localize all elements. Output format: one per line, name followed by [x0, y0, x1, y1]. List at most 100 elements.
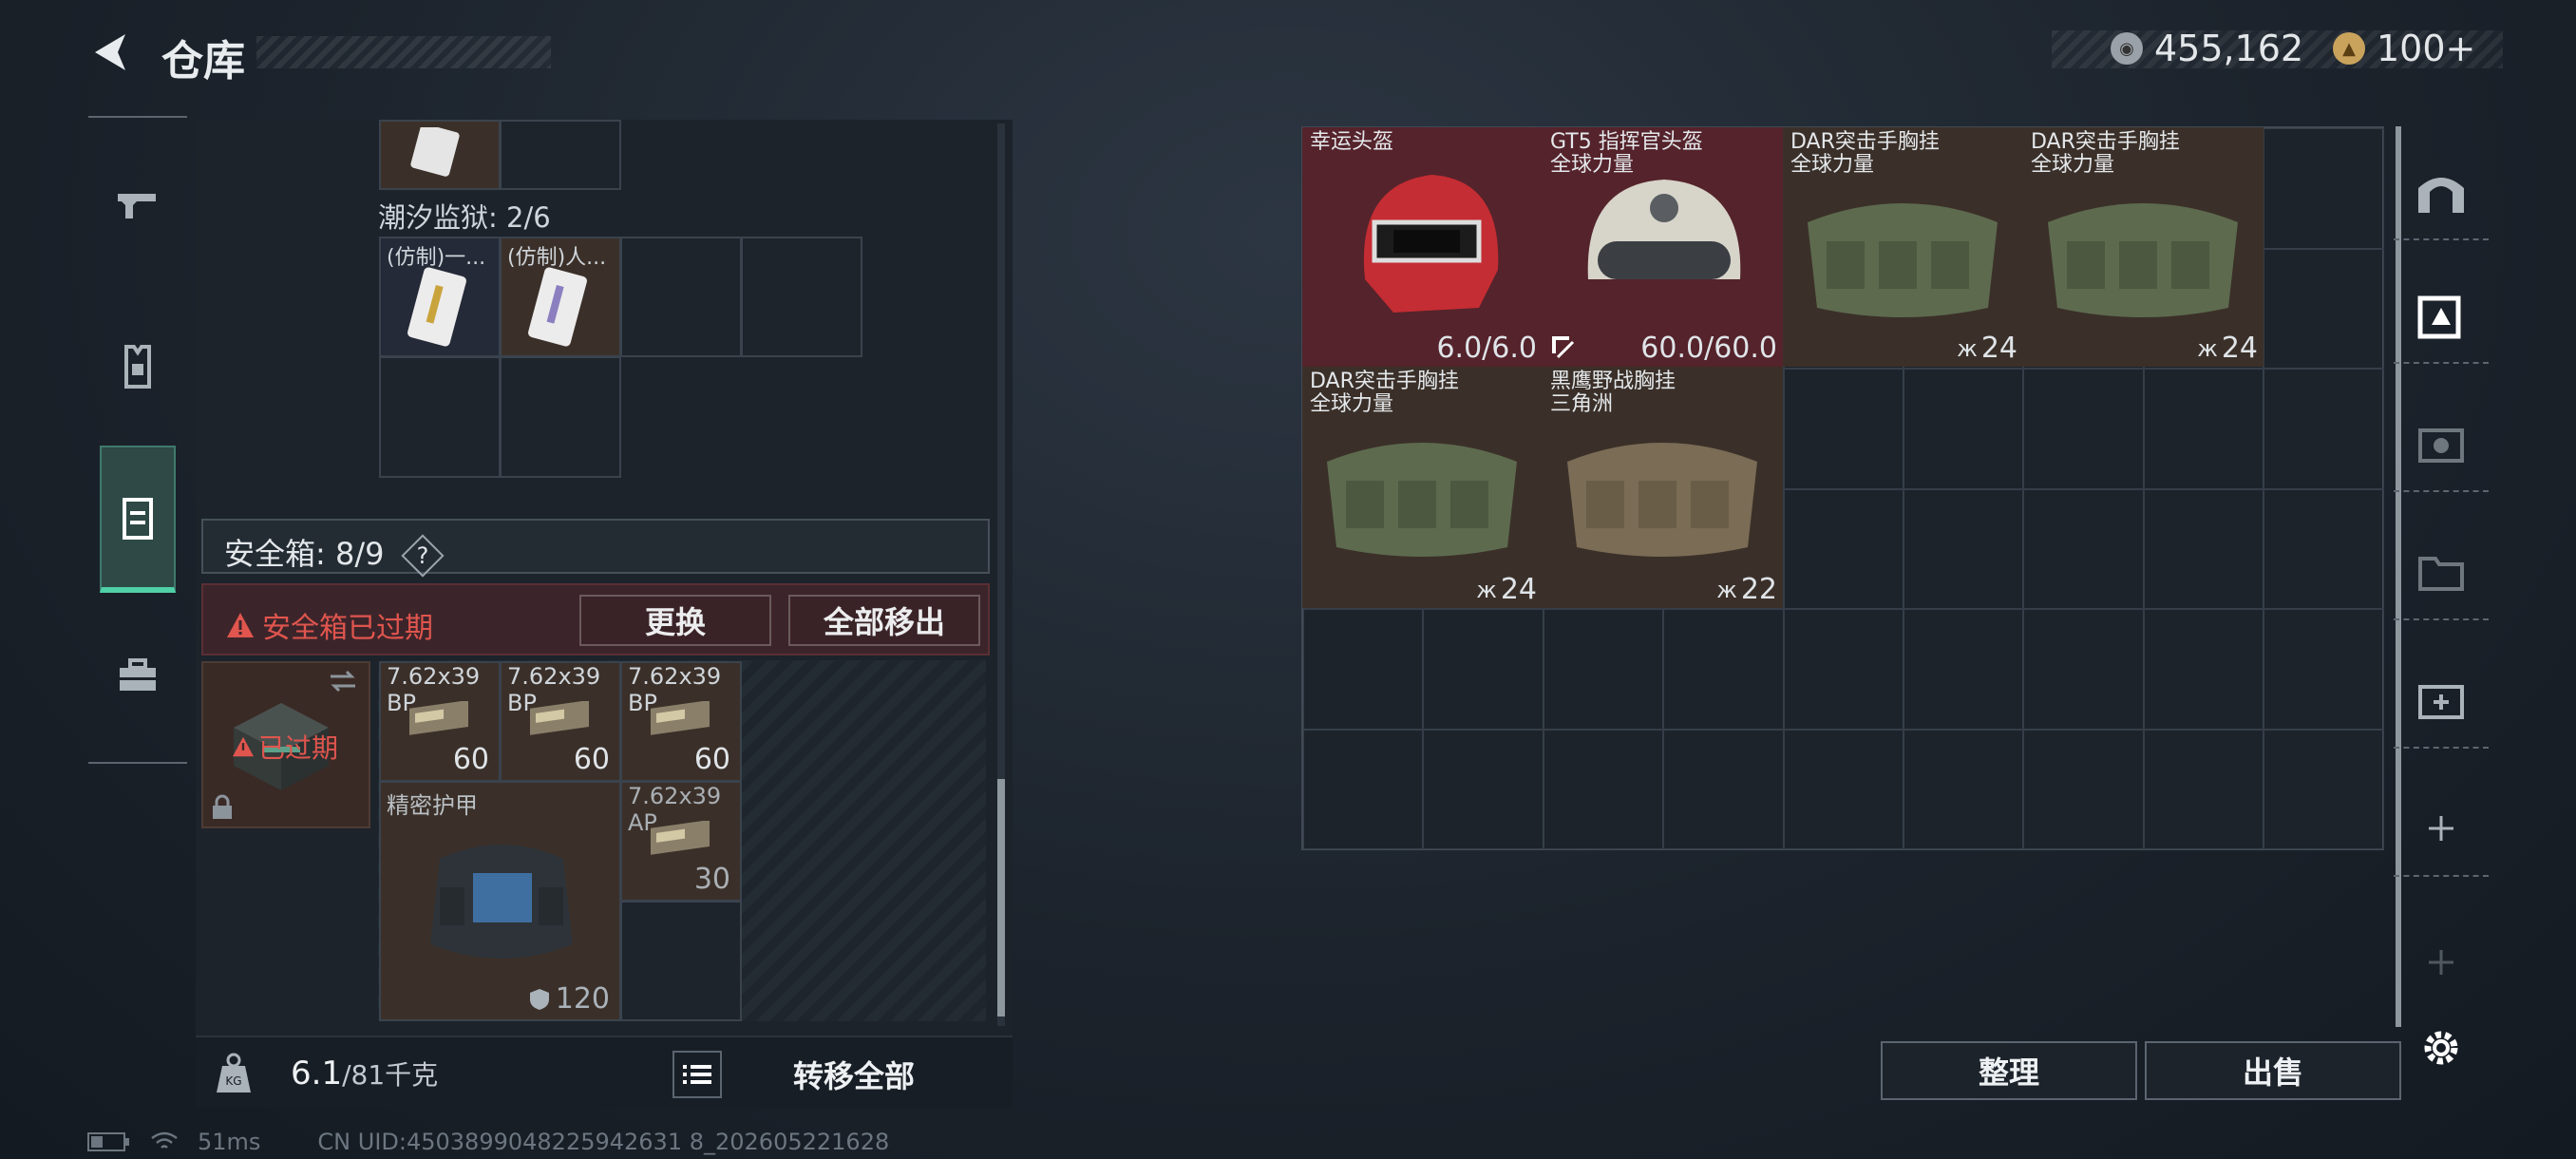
- battery-icon: [87, 1132, 129, 1151]
- keycard-slot-1[interactable]: (仿制)一...: [379, 237, 501, 357]
- transfer-all-button[interactable]: 转移全部: [735, 1051, 973, 1098]
- inventory-slot-item[interactable]: [379, 120, 501, 190]
- storage-item-chest-rig[interactable]: DAR突击手胸挂 全球力量 ж 24: [1302, 367, 1543, 608]
- storage-tab-2[interactable]: [2394, 397, 2489, 492]
- ammo-slot-1[interactable]: 7.62x39 BP 60: [379, 661, 501, 782]
- list-view-button[interactable]: [672, 1051, 722, 1098]
- storage-slot[interactable]: [1663, 609, 1784, 730]
- storage-slot[interactable]: [1783, 729, 1904, 849]
- storage-slot[interactable]: [1543, 609, 1664, 730]
- item-label: DAR突击手胸挂 全球力量: [2031, 130, 2180, 177]
- inventory-slot-empty[interactable]: [500, 356, 621, 478]
- tab-tools[interactable]: [88, 626, 187, 725]
- ammo-slot-3[interactable]: 7.62x39 BP 60: [620, 661, 742, 782]
- storage-item-helmet-lucky[interactable]: 幸运头盔 6.0/6.0: [1302, 127, 1543, 367]
- gold-coin-icon: ▲: [2333, 32, 2365, 65]
- storage-slot[interactable]: [2263, 369, 2384, 489]
- storage-tab-add-iv[interactable]: [2394, 654, 2489, 749]
- inventory-slot-empty[interactable]: [620, 901, 742, 1021]
- currency-secondary[interactable]: ▲ 100+: [2333, 28, 2476, 69]
- back-button[interactable]: [87, 28, 135, 76]
- vest-icon: [124, 345, 151, 389]
- inventory-slot-empty[interactable]: [379, 356, 501, 478]
- remove-all-button[interactable]: 全部移出: [788, 595, 980, 646]
- safebox-header: 安全箱: 8/9 ?: [201, 519, 990, 578]
- storage-slot[interactable]: [2263, 729, 2384, 849]
- plus-icon: [2429, 950, 2453, 975]
- inventory-slot-empty[interactable]: [620, 237, 742, 357]
- keycard-icon: [528, 267, 587, 347]
- armor-slot[interactable]: 精密护甲 120: [379, 781, 621, 1021]
- storage-slot[interactable]: [2143, 369, 2264, 489]
- item-label: 黑鹰野战胸挂 三角洲: [1550, 370, 1676, 416]
- storage-slot[interactable]: [1423, 609, 1544, 730]
- storage-slot[interactable]: [2263, 248, 2384, 369]
- ammo-slot-2[interactable]: 7.62x39 BP 60: [500, 661, 621, 782]
- expired-label: 已过期: [232, 728, 338, 766]
- storage-slot[interactable]: [1303, 609, 1424, 730]
- arch-icon: [2418, 178, 2464, 213]
- storage-item-chest-rig[interactable]: DAR突击手胸挂 全球力量 ж 24: [1783, 127, 2023, 367]
- add-tab-button-disabled: [2394, 915, 2489, 1010]
- storage-tab-3[interactable]: [2394, 525, 2489, 620]
- capacity-icon: ж: [1716, 576, 1737, 603]
- inventory-slot-empty[interactable]: [741, 237, 862, 357]
- storage-slot[interactable]: [1783, 369, 1904, 489]
- storage-slot[interactable]: [1543, 729, 1664, 849]
- inventory-scrollbar[interactable]: [997, 124, 1005, 1026]
- storage-tab-1[interactable]: [2394, 269, 2489, 364]
- tab-weapons[interactable]: [88, 156, 187, 255]
- capacity: ж 24: [2197, 332, 2258, 365]
- keycard-slot-2[interactable]: (仿制)人...: [500, 237, 621, 357]
- storage-slot[interactable]: [1783, 609, 1904, 730]
- safebox-icon: [123, 497, 153, 540]
- storage-slot[interactable]: [2023, 729, 2144, 849]
- storage-item-chest-rig[interactable]: DAR突击手胸挂 全球力量 ж 24: [2023, 127, 2263, 367]
- storage-slot[interactable]: [1783, 488, 1904, 609]
- storage-slot[interactable]: [1904, 729, 2024, 849]
- storage-slot[interactable]: [2143, 729, 2264, 849]
- add-tab-button[interactable]: [2394, 782, 2489, 877]
- settings-button[interactable]: [2394, 1000, 2489, 1095]
- capacity: ж 24: [1957, 332, 2017, 365]
- capacity-icon: ж: [1957, 334, 1978, 362]
- armor-durability: 120: [529, 982, 610, 1016]
- sort-button[interactable]: 整理: [1881, 1041, 2137, 1100]
- gun-icon: [118, 194, 156, 218]
- storage-slot[interactable]: [1904, 609, 2024, 730]
- storage-slot[interactable]: [1904, 369, 2024, 489]
- currency-secondary-value: 100+: [2377, 28, 2476, 69]
- storage-tab-home[interactable]: [2394, 145, 2489, 240]
- storage-slot[interactable]: [2023, 488, 2144, 609]
- storage-slot[interactable]: [2143, 609, 2264, 730]
- storage-slot[interactable]: [1904, 488, 2024, 609]
- ammo-slot-4[interactable]: 7.62x39 AP 30: [620, 781, 742, 902]
- storage-slot[interactable]: [2143, 488, 2264, 609]
- sell-button[interactable]: 出售: [2145, 1041, 2401, 1100]
- ammo-box-icon: [651, 701, 710, 735]
- warning-icon: [227, 613, 254, 637]
- ammo-box-icon: [409, 701, 468, 735]
- chest-rig-icon: [2048, 203, 2238, 317]
- inventory-slot-empty[interactable]: [500, 120, 621, 190]
- help-icon[interactable]: ?: [401, 534, 445, 578]
- gear-icon: [2424, 1031, 2458, 1065]
- storage-slot[interactable]: [2263, 609, 2384, 730]
- capacity-icon: ж: [1476, 576, 1497, 603]
- storage-slot[interactable]: [2263, 128, 2384, 249]
- safebox-card[interactable]: 已过期: [201, 661, 370, 828]
- storage-slot[interactable]: [2023, 369, 2144, 489]
- storage-slot[interactable]: [2263, 488, 2384, 609]
- storage-item-helmet-gt5[interactable]: GT5 指挥官头盔 全球力量 60.0/60.0: [1543, 127, 1783, 367]
- replace-button[interactable]: 更换: [579, 595, 771, 646]
- storage-slot[interactable]: [1423, 729, 1544, 849]
- left-category-tabs: [88, 116, 187, 764]
- storage-slot[interactable]: [1663, 729, 1784, 849]
- tab-containers[interactable]: [100, 446, 176, 593]
- storage-item-chest-rig-blackhawk[interactable]: 黑鹰野战胸挂 三角洲 ж 22: [1543, 367, 1783, 608]
- storage-slot[interactable]: [1303, 729, 1424, 849]
- currency-primary: ◉ 455,162: [2111, 28, 2303, 69]
- storage-slot[interactable]: [2023, 609, 2144, 730]
- tab-armor[interactable]: [88, 317, 187, 416]
- item-label: DAR突击手胸挂 全球力量: [1790, 130, 1940, 177]
